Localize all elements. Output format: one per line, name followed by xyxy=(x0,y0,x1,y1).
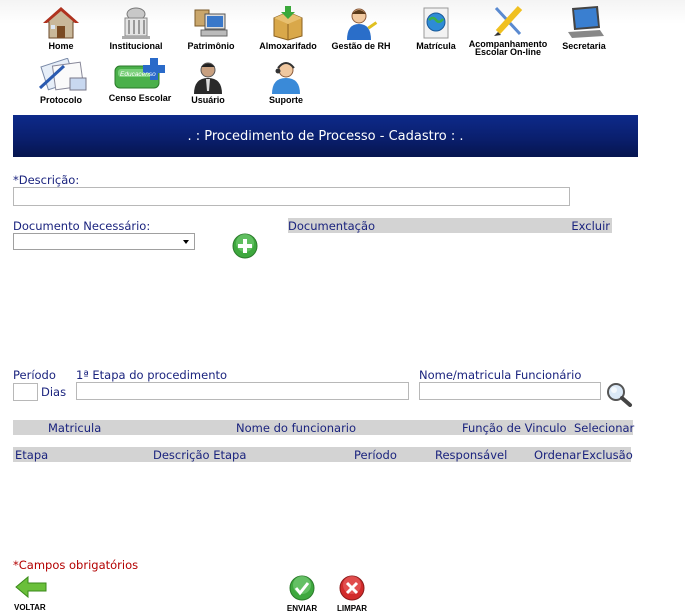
nav-protocolo[interactable]: Protocolo xyxy=(16,58,106,105)
nav-suporte[interactable]: Suporte xyxy=(241,58,331,105)
usuario-person-icon xyxy=(194,62,222,94)
acompanhamento-pencil-icon xyxy=(494,5,523,36)
add-document-button[interactable] xyxy=(232,233,258,259)
suporte-headset-icon xyxy=(272,62,300,94)
funcionario-input[interactable] xyxy=(419,382,601,400)
check-icon xyxy=(289,575,315,601)
nav-label-institucional: Institucional xyxy=(109,41,163,51)
col-nome-funcionario: Nome do funcionario xyxy=(236,421,357,435)
etapa-label: 1ª Etapa do procedimento xyxy=(76,368,228,382)
nav-label-home: Home xyxy=(48,41,74,51)
col-periodo: Período xyxy=(354,448,397,462)
documento-select[interactable] xyxy=(13,233,195,250)
institucional-building-icon xyxy=(122,7,150,39)
col-responsavel: Responsável xyxy=(435,448,508,462)
censo-escolar-icon: Educacenso xyxy=(114,58,165,89)
funcionario-grid-header: Matricula Nome do funcionario Função de … xyxy=(13,420,635,435)
col-matricula: Matricula xyxy=(48,421,102,435)
col-funcao-vinculo: Função de Vinculo xyxy=(462,421,567,435)
nav-label-matricula: Matrícula xyxy=(416,41,456,51)
col-documentacao: Documentação xyxy=(288,219,376,233)
col-exclusao: Exclusão xyxy=(582,448,633,462)
documento-label: Documento Necessário: xyxy=(13,219,151,233)
censo-badge-text: Educacenso xyxy=(120,71,156,78)
col-excluir: Excluir xyxy=(571,219,610,233)
close-icon xyxy=(339,575,365,601)
matricula-globe-icon xyxy=(423,7,449,39)
limpar-button[interactable]: LIMPAR xyxy=(335,575,369,612)
rh-person-icon xyxy=(347,8,378,40)
nav-label-suporte: Suporte xyxy=(268,95,303,105)
nav-secretaria[interactable]: Secretaria xyxy=(539,4,629,51)
back-arrow-icon xyxy=(15,575,47,599)
search-icon[interactable] xyxy=(605,381,633,407)
funcionario-label: Nome/matricula Funcionário xyxy=(419,368,582,382)
page-title: . : Procedimento de Processo - Cadastro … xyxy=(187,128,464,144)
voltar-button[interactable]: VOLTAR xyxy=(14,575,50,612)
home-icon xyxy=(43,7,79,39)
col-etapa: Etapa xyxy=(15,448,49,462)
almoxarifado-box-icon xyxy=(273,6,303,41)
descricao-label: *Descrição: xyxy=(13,173,80,187)
secretaria-laptop-icon xyxy=(568,6,604,38)
nav-label-censo-escolar: Censo Escolar xyxy=(108,93,172,103)
voltar-label: VOLTAR xyxy=(14,603,46,612)
protocolo-documents-icon xyxy=(38,58,87,91)
descricao-input[interactable] xyxy=(13,187,570,206)
nav-label-secretaria: Secretaria xyxy=(562,41,606,51)
nav-label-protocolo: Protocolo xyxy=(40,95,82,105)
col-selecionar: Selecionar xyxy=(574,421,635,435)
enviar-button[interactable]: ENVIAR xyxy=(285,575,319,612)
nav-label-gestao-rh: Gestão de RH xyxy=(331,41,391,51)
documentacao-grid-header: Documentação Excluir xyxy=(288,218,612,233)
nav-label-patrimonio: Patrimônio xyxy=(187,41,235,51)
nav-label-almoxarifado: Almoxarifado xyxy=(259,41,317,51)
nav-label-usuario: Usuário xyxy=(191,95,225,105)
col-ordenar: Ordenar xyxy=(534,448,582,462)
page-title-bar: . : Procedimento de Processo - Cadastro … xyxy=(13,115,638,157)
nav-label-acompanhamento-line2: Escolar On-line xyxy=(474,47,541,57)
patrimonio-computer-icon xyxy=(194,9,228,37)
periodo-label: Período xyxy=(13,368,56,382)
col-descricao-etapa: Descrição Etapa xyxy=(153,448,247,462)
etapa-input[interactable] xyxy=(76,382,409,400)
etapa-grid-header: Etapa Descrição Etapa Período Responsáve… xyxy=(13,447,633,462)
nav-label-acompanhamento: Acompanhamento Escolar On-line xyxy=(469,40,548,57)
nav-usuario[interactable]: Usuário xyxy=(163,58,253,105)
dias-label: Dias xyxy=(41,385,67,399)
required-fields-note: *Campos obrigatórios xyxy=(13,558,139,572)
periodo-input[interactable] xyxy=(13,383,38,401)
chevron-down-icon xyxy=(183,240,189,244)
limpar-label: LIMPAR xyxy=(336,604,368,612)
enviar-label: ENVIAR xyxy=(286,604,318,612)
